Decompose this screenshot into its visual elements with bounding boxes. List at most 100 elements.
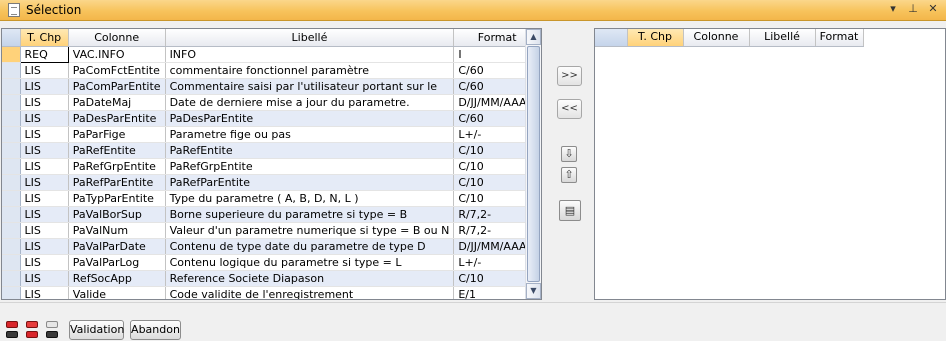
cell-tchp[interactable]: LIS (20, 94, 69, 111)
validation-button[interactable]: Validation (69, 320, 124, 340)
move-down-icon[interactable]: ⇩ (561, 146, 577, 162)
clipboard-icon[interactable]: ▤ (559, 200, 581, 221)
row-header[interactable] (2, 110, 21, 127)
column-header-tchp[interactable]: T. Chp (627, 29, 684, 47)
cell-tchp[interactable]: LIS (20, 62, 69, 79)
cell-libelle[interactable]: Contenu de type date du parametre de typ… (165, 238, 455, 255)
cell-colonne[interactable]: Valide (68, 286, 166, 299)
row-header[interactable] (2, 254, 21, 271)
cell-libelle[interactable]: Type du parametre ( A, B, D, N, L ) (165, 190, 455, 207)
column-header-tchp[interactable]: T. Chp (20, 29, 69, 47)
cell-libelle[interactable]: commentaire fonctionnel paramètre (165, 62, 455, 79)
cell-colonne[interactable]: VAC.INFO (68, 46, 166, 63)
column-header-libelle[interactable]: Libellé (165, 29, 455, 47)
column-header-colonne[interactable]: Colonne (68, 29, 166, 47)
cell-libelle[interactable]: INFO (165, 46, 455, 63)
cell-colonne[interactable]: PaValParLog (68, 254, 166, 271)
row-header[interactable] (2, 126, 21, 143)
table-row[interactable]: LIS PaRefParEntite PaRefParEntite C/10 (2, 174, 541, 191)
pin-icon[interactable]: ⊥ (906, 2, 920, 15)
row-header[interactable] (2, 78, 21, 95)
row-header[interactable] (2, 46, 21, 63)
column-header-format[interactable]: Format (815, 29, 864, 47)
cell-libelle[interactable]: Date de derniere mise a jour du parametr… (165, 94, 455, 111)
cell-colonne[interactable]: PaValParDate (68, 238, 166, 255)
first-record-icon[interactable] (6, 321, 18, 328)
cell-colonne[interactable]: PaComParEntite (68, 78, 166, 95)
vertical-scrollbar[interactable]: ▲ ▼ (525, 29, 541, 299)
scroll-up-icon[interactable]: ▲ (526, 29, 541, 45)
cell-colonne[interactable]: RefSocApp (68, 270, 166, 287)
scroll-down-icon[interactable]: ▼ (526, 283, 541, 299)
dropdown-icon[interactable]: ▾ (886, 2, 900, 15)
cell-tchp[interactable]: LIS (20, 286, 69, 299)
cell-colonne[interactable]: PaRefEntite (68, 142, 166, 159)
table-row[interactable]: LIS PaRefGrpEntite PaRefGrpEntite C/10 (2, 158, 541, 175)
cell-tchp[interactable]: LIS (20, 222, 69, 239)
delete-record-icon[interactable] (26, 331, 38, 338)
table-row[interactable]: LIS PaRefEntite PaRefEntite C/10 (2, 142, 541, 159)
cell-tchp[interactable]: LIS (20, 158, 69, 175)
cell-tchp[interactable]: LIS (20, 270, 69, 287)
row-header[interactable] (2, 158, 21, 175)
cell-tchp[interactable]: LIS (20, 206, 69, 223)
abandon-button[interactable]: Abandon (130, 320, 181, 340)
cell-libelle[interactable]: PaRefGrpEntite (165, 158, 455, 175)
cell-tchp[interactable]: LIS (20, 126, 69, 143)
cell-libelle[interactable]: PaRefEntite (165, 142, 455, 159)
next-record-icon[interactable] (46, 321, 58, 328)
cell-tchp[interactable]: LIS (20, 78, 69, 95)
previous-record-icon[interactable] (26, 321, 38, 328)
table-row[interactable]: LIS PaValBorSup Borne superieure du parame… (2, 206, 541, 223)
cell-colonne[interactable]: PaComFctEntite (68, 62, 166, 79)
available-fields-grid[interactable]: T. Chp Colonne Libellé Format REQ VAC.INF… (1, 28, 542, 300)
cell-tchp[interactable]: LIS (20, 190, 69, 207)
cell-libelle[interactable]: Borne superieure du parametre si type = … (165, 206, 455, 223)
cell-colonne[interactable]: PaValNum (68, 222, 166, 239)
scroll-thumb[interactable] (527, 46, 540, 282)
cell-tchp[interactable]: LIS (20, 110, 69, 127)
table-row[interactable]: LIS PaComFctEntite commentaire fonctionnel… (2, 62, 541, 79)
cell-colonne[interactable]: PaRefParEntite (68, 174, 166, 191)
row-header[interactable] (2, 190, 21, 207)
add-record-icon[interactable] (6, 331, 18, 338)
table-row[interactable]: LIS RefSocApp Reference Societe Diapason C/… (2, 270, 541, 287)
add-button[interactable]: >> (557, 66, 582, 86)
cell-libelle[interactable]: PaRefParEntite (165, 174, 455, 191)
table-row[interactable]: LIS PaParFige Parametre fige ou pas L+/- (2, 126, 541, 143)
table-row[interactable]: LIS PaTypParEntite Type du parametre ( A, … (2, 190, 541, 207)
cell-libelle[interactable]: Commentaire saisi par l'utilisateur port… (165, 78, 455, 95)
cell-colonne[interactable]: PaTypParEntite (68, 190, 166, 207)
header-corner[interactable] (595, 29, 628, 47)
cell-colonne[interactable]: PaDateMaj (68, 94, 166, 111)
cell-libelle[interactable]: Reference Societe Diapason (165, 270, 455, 287)
table-row[interactable]: LIS PaDesParEntite PaDesParEntite C/60 (2, 110, 541, 127)
row-header[interactable] (2, 206, 21, 223)
cell-tchp[interactable]: LIS (20, 238, 69, 255)
row-header[interactable] (2, 62, 21, 79)
move-up-icon[interactable]: ⇧ (561, 167, 577, 183)
table-row[interactable]: LIS Valide Code validite de l'enregistreme… (2, 286, 541, 299)
cell-libelle[interactable]: Valeur d'un parametre numerique si type … (165, 222, 455, 239)
close-icon[interactable]: ✕ (926, 2, 940, 15)
row-header[interactable] (2, 142, 21, 159)
cell-tchp[interactable]: REQ (19, 45, 69, 63)
row-header[interactable] (2, 238, 21, 255)
cell-libelle[interactable]: Parametre fige ou pas (165, 126, 455, 143)
cell-tchp[interactable]: LIS (20, 174, 69, 191)
header-corner[interactable] (2, 29, 21, 47)
column-header-colonne[interactable]: Colonne (683, 29, 750, 47)
table-row[interactable]: LIS PaComParEntite Commentaire saisi par l… (2, 78, 541, 95)
row-header[interactable] (2, 286, 21, 299)
row-header[interactable] (2, 222, 21, 239)
row-header[interactable] (2, 174, 21, 191)
table-row[interactable]: REQ VAC.INFO INFO I (2, 45, 541, 63)
cell-libelle[interactable]: Code validite de l'enregistrement (165, 286, 455, 299)
cell-libelle[interactable]: PaDesParEntite (165, 110, 455, 127)
selected-fields-grid[interactable]: T. Chp Colonne Libellé Format (594, 28, 946, 300)
table-row[interactable]: LIS PaDateMaj Date de derniere mise a jour… (2, 94, 541, 111)
last-record-icon[interactable] (46, 331, 58, 338)
row-header[interactable] (2, 270, 21, 287)
cell-colonne[interactable]: PaDesParEntite (68, 110, 166, 127)
table-row[interactable]: LIS PaValParDate Contenu de type date du p… (2, 238, 541, 255)
